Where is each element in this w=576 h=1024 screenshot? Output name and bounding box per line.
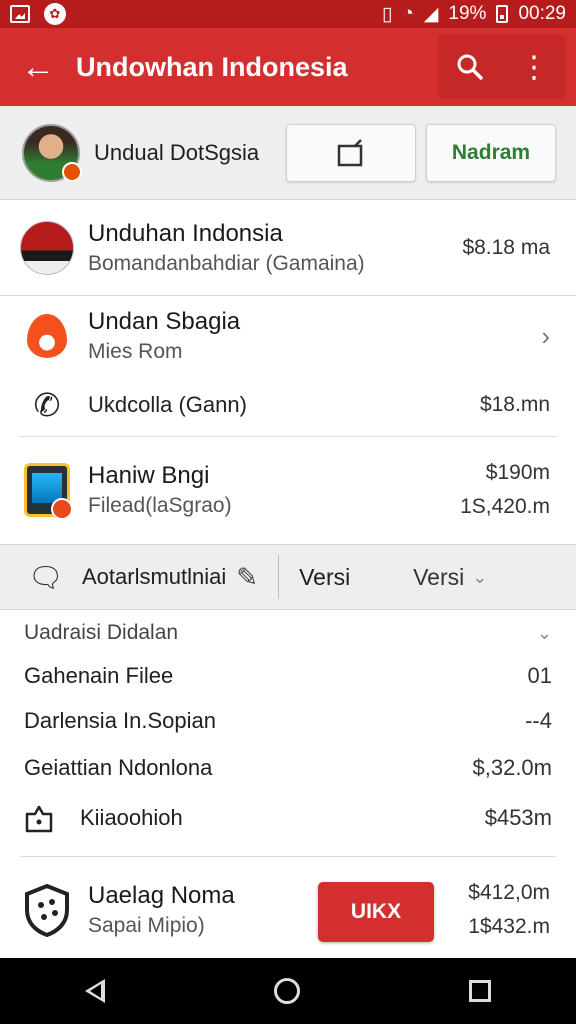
system-nav-bar <box>0 958 576 1024</box>
chevron-down-icon: ⌄ <box>536 622 552 643</box>
avatar-badge-icon <box>62 161 82 182</box>
arrow-left-icon: ← <box>21 47 55 86</box>
detail-value: 01 <box>527 663 552 688</box>
chevron-down-icon: ⌄ <box>472 566 488 587</box>
fire-icon <box>27 314 67 358</box>
game-thumbnail-icon <box>20 220 74 275</box>
chevron-right-icon: › <box>541 320 550 351</box>
divider <box>20 856 556 857</box>
item-title: Haniw Bngi <box>88 462 210 489</box>
app-bar: ← Undowhan Indonesia ⋮ <box>0 28 576 106</box>
clock: 00:29 <box>518 3 566 24</box>
detail-label: Darlensia In.Sopian <box>24 708 217 733</box>
item-title: Unduhan Indonsia <box>88 219 283 247</box>
app-notification-icon: ✿ <box>44 3 66 25</box>
recents-nav-icon[interactable] <box>469 980 492 1002</box>
detail-value: --4 <box>525 708 552 733</box>
item-subtitle: Bomandanbahdiar (Gamaina) <box>88 251 365 275</box>
item-value: $190m <box>485 461 550 484</box>
page-title: Undowhan Indonesia <box>76 51 348 82</box>
tablet-icon <box>337 138 363 166</box>
profile-name: Undual DotSgsia <box>94 139 260 165</box>
version-tab[interactable]: Versi <box>299 564 389 591</box>
list-item[interactable]: ✆ Ukdcolla (Gann) $18.mn <box>0 376 576 434</box>
toolbar-label: Aotarlsmutlniai <box>82 564 227 589</box>
toolbar-separator <box>278 555 280 599</box>
battery-icon <box>496 5 509 23</box>
status-bar: ✿ ▯ ◔ ◢ 19% 00:29 <box>0 0 576 28</box>
wifi-icon: ◔ <box>402 3 414 24</box>
back-nav-icon[interactable] <box>84 979 105 1003</box>
tablet-button[interactable] <box>286 123 416 182</box>
battery-percent: 19% <box>448 3 487 24</box>
gallery-notification-icon <box>10 5 30 23</box>
detail-row: Geiattian Ndonlona $,32.0m <box>24 752 552 784</box>
item-value: $412,0m <box>468 881 550 904</box>
detail-label: Kiiaoohioh <box>80 805 183 830</box>
signal-icon: ◢ <box>423 3 439 25</box>
version-dropdown-label: Versi <box>413 563 465 590</box>
detail-row: Kiiaoohioh $453m <box>24 800 552 836</box>
list-item[interactable]: Undan Sbagia Mies Rom › <box>0 296 576 376</box>
item-value: $8.18 ma <box>462 235 550 259</box>
details-header-label: Uadraisi Didalan <box>24 621 179 644</box>
more-vert-icon: ⋮ <box>519 50 549 84</box>
package-lock-icon <box>25 805 53 833</box>
item-subtitle: Filead(laSgrao) <box>88 494 232 517</box>
item-value: $18.mn <box>479 393 550 416</box>
detail-row: Gahenain Filee 01 <box>24 660 552 692</box>
edit-icon[interactable]: ✎ <box>236 562 258 593</box>
app-bar-actions: ⋮ <box>438 35 566 99</box>
details-header[interactable]: Uadraisi Didalan ⌄ <box>24 618 552 648</box>
detail-label: Gahenain Filee <box>24 663 174 688</box>
home-nav-icon[interactable] <box>273 978 300 1004</box>
avatar[interactable] <box>22 123 82 182</box>
chat-icon[interactable]: 🗨 <box>28 561 68 594</box>
back-button[interactable]: ← <box>0 28 76 106</box>
detail-value: $453m <box>484 805 552 830</box>
item-value-secondary: 1S,420.m <box>460 495 550 518</box>
uikx-button[interactable]: UIKX <box>318 882 434 942</box>
phone-icon: ✆ <box>33 387 61 423</box>
version-dropdown[interactable]: Versi ⌄ <box>413 564 487 591</box>
list-item[interactable]: Unduhan Indonsia Bomandanbahdiar (Gamain… <box>0 200 576 295</box>
item-title: Undan Sbagia <box>88 308 241 335</box>
item-value-secondary: 1$432.m <box>468 915 550 938</box>
item-subtitle: Mies Rom <box>88 340 183 363</box>
detail-row: Darlensia In.Sopian --4 <box>24 705 552 737</box>
tablet-app-icon <box>24 463 73 520</box>
shield-icon <box>25 883 69 937</box>
detail-value: $,32.0m <box>472 755 553 780</box>
vibrate-icon: ▯ <box>381 3 393 25</box>
primary-action-button[interactable]: Nadram <box>426 123 556 182</box>
profile-row: Undual DotSgsia Nadram <box>0 106 576 200</box>
filter-toolbar: 🗨 Aotarlsmutlniai ✎ Versi Versi ⌄ <box>0 544 576 610</box>
search-icon <box>457 54 483 80</box>
item-title: Ukdcolla (Gann) <box>88 392 247 417</box>
overflow-menu-button[interactable]: ⋮ <box>502 35 566 99</box>
search-button[interactable] <box>438 35 502 99</box>
list-item[interactable]: Haniw Bngi Filead(laSgrao) $190m 1S,420.… <box>0 437 576 543</box>
detail-label: Geiattian Ndonlona <box>24 755 213 780</box>
list-item[interactable]: Uaelag Noma Sapai Mipio) $412,0m 1$432.m <box>0 864 576 956</box>
